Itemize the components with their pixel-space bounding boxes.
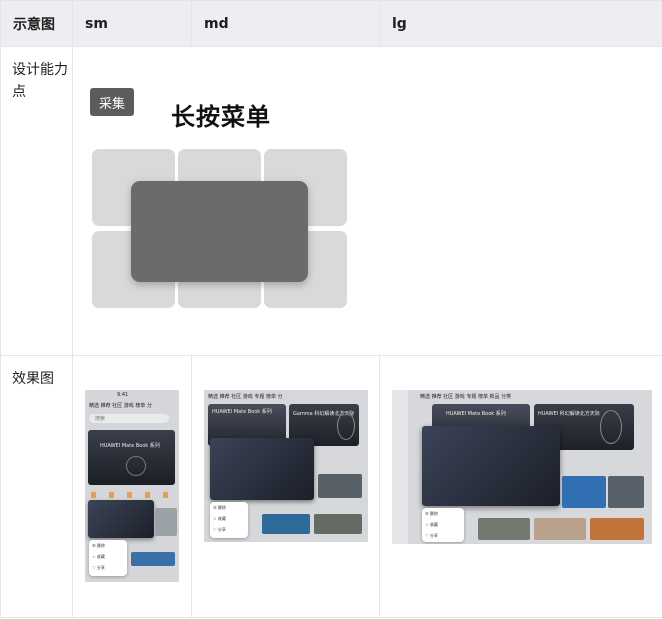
menu-item-favorite[interactable]: ☆ 收藏 <box>210 513 248 524</box>
phone-tabs: 精选 推荐 社区 游戏 榜单 分 <box>89 403 152 409</box>
design-illustration: 采集 长按菜单 <box>73 47 373 347</box>
thumb-card <box>262 514 310 534</box>
search-input[interactable]: 搜索 <box>89 414 169 423</box>
effect-lg-cell: 精选 推荐 社区 游戏 专题 榜单 新品 分类 HUAWEI Mate Book… <box>379 355 662 618</box>
menu-item-share[interactable]: ♡ 分享 <box>89 562 127 573</box>
context-menu: ☰ 删除 ☆ 收藏 ♡ 分享 <box>210 502 248 538</box>
thumb-card <box>478 518 530 540</box>
phone-banner: HUAWEI Mate Book 系列 <box>88 430 175 485</box>
side-rail <box>392 390 408 544</box>
menu-item-label: 分享 <box>429 532 438 538</box>
menu-item-favorite[interactable]: ☆ 收藏 <box>89 551 127 562</box>
pressed-card[interactable] <box>88 500 154 538</box>
icon-row <box>91 492 171 498</box>
menu-item-label: 收藏 <box>429 521 438 527</box>
context-menu: ☰ 删除 ☆ 收藏 ♡ 分享 <box>89 540 127 576</box>
menu-item-favorite[interactable]: ☆ 收藏 <box>422 519 464 530</box>
capability-table: 示意图 sm md lg 设计能力点 采集 长按菜单 效果图 9:41 精选 推… <box>0 0 662 618</box>
thumb-card <box>590 518 644 540</box>
menu-item-label: 删除 <box>217 504 226 510</box>
row-label-design: 设计能力点 <box>0 46 73 356</box>
header-schematic: 示意图 <box>0 0 73 47</box>
menu-item-delete[interactable]: ☰ 删除 <box>422 508 464 519</box>
thumb-card <box>131 552 175 566</box>
desktop-card-left-title: HUAWEI Mate Book 系列 <box>446 411 506 417</box>
desktop-screenshot: 精选 推荐 社区 游戏 专题 榜单 新品 分类 HUAWEI Mate Book… <box>392 390 652 544</box>
table-row-effect: 效果图 9:41 精选 推荐 社区 游戏 榜单 分 搜索 HUAWEI Mate… <box>0 355 662 618</box>
tablet-tabs: 精选 推荐 社区 游戏 专题 榜单 分 <box>208 394 283 400</box>
effect-sm-cell: 9:41 精选 推荐 社区 游戏 榜单 分 搜索 HUAWEI Mate Boo… <box>72 355 192 618</box>
banner-title: HUAWEI Mate Book 系列 <box>100 443 160 449</box>
effect-md-cell: 精选 推荐 社区 游戏 专题 榜单 分 HUAWEI Mate Book 系列 … <box>191 355 380 618</box>
thumb-card <box>562 476 606 508</box>
menu-item-label: 分享 <box>96 564 105 570</box>
context-menu: ☰ 删除 ☆ 收藏 ♡ 分享 <box>422 508 464 542</box>
tablet-screenshot: 精选 推荐 社区 游戏 专题 榜单 分 HUAWEI Mate Book 系列 … <box>204 390 368 542</box>
table-row-design: 设计能力点 采集 长按菜单 <box>0 46 662 356</box>
header-md: md <box>191 0 380 47</box>
table-header-row: 示意图 sm md lg <box>0 0 662 47</box>
menu-item-share[interactable]: ♡ 分享 <box>210 524 248 535</box>
thumb-card <box>534 518 586 540</box>
menu-item-label: 分享 <box>217 526 226 532</box>
pressed-card[interactable] <box>422 426 560 506</box>
thumb-card <box>314 514 362 534</box>
menu-item-share[interactable]: ♡ 分享 <box>422 530 464 541</box>
menu-item-label: 收藏 <box>96 553 105 559</box>
moon-figure <box>126 456 146 476</box>
desktop-tabs: 精选 推荐 社区 游戏 专题 榜单 新品 分类 <box>420 394 512 400</box>
menu-item-label: 删除 <box>429 510 438 516</box>
pressed-card[interactable] <box>210 438 314 500</box>
phone-screenshot: 9:41 精选 推荐 社区 游戏 榜单 分 搜索 HUAWEI Mate Boo… <box>85 390 179 582</box>
menu-item-label: 删除 <box>96 542 105 548</box>
design-illustration-cell: 采集 长按菜单 <box>72 46 662 356</box>
thumb-card <box>608 476 644 508</box>
header-lg: lg <box>379 0 662 47</box>
status-time: 9:41 <box>117 392 129 398</box>
capture-badge: 采集 <box>90 88 134 116</box>
moon-figure <box>337 412 355 440</box>
row-label-effect: 效果图 <box>0 355 73 618</box>
search-placeholder: 搜索 <box>95 416 106 422</box>
tablet-card-left-title: HUAWEI Mate Book 系列 <box>212 409 272 415</box>
desktop-card-right-title: HUAWEI 科幻解读北方天际 <box>538 411 600 417</box>
moon-figure <box>600 410 622 444</box>
menu-item-delete[interactable]: ☰ 删除 <box>210 502 248 513</box>
menu-item-delete[interactable]: ☰ 删除 <box>89 540 127 551</box>
long-press-overlay <box>131 181 308 282</box>
header-sm: sm <box>72 0 192 47</box>
thumb-card <box>155 508 177 536</box>
menu-item-label: 收藏 <box>217 515 226 521</box>
illustration-title: 长按菜单 <box>171 103 271 131</box>
thumb-card <box>318 474 362 498</box>
